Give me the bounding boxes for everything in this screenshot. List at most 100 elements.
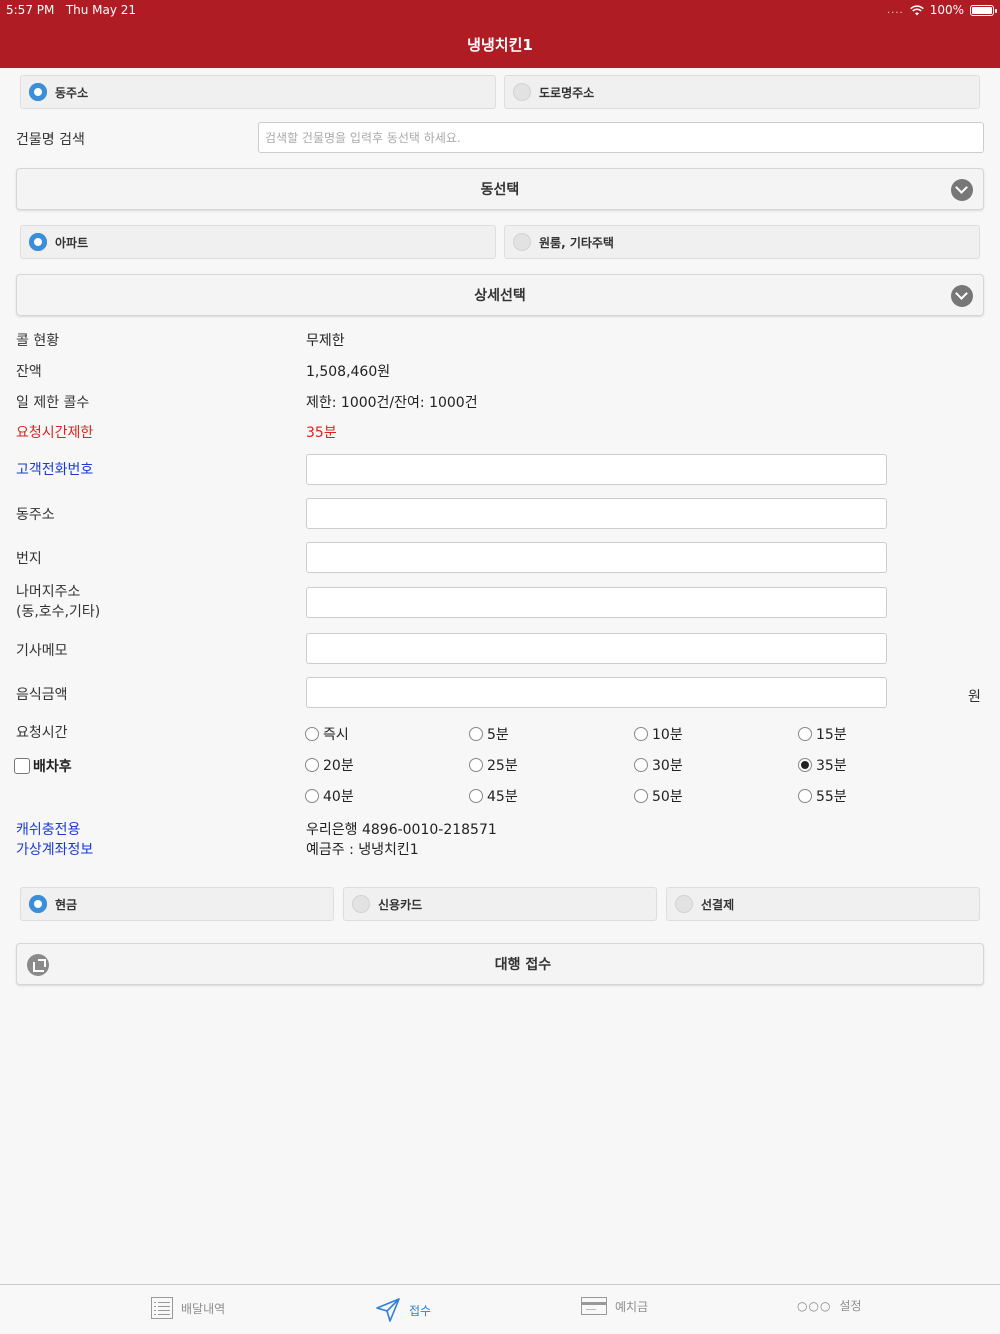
- request-time-option[interactable]: 45분: [469, 786, 518, 806]
- food-amount-label: 음식금액: [16, 687, 68, 703]
- request-time-option[interactable]: 30분: [634, 755, 683, 775]
- request-time-label: 요청시간: [16, 725, 68, 741]
- housing-type-apartment[interactable]: 아파트: [20, 225, 496, 259]
- balance-value: 1,508,460원: [306, 364, 391, 380]
- building-search-input[interactable]: [258, 122, 984, 153]
- chevron-down-icon: [951, 179, 973, 201]
- driver-memo-input[interactable]: [306, 633, 887, 664]
- radio-icon: [798, 789, 812, 803]
- request-time-option[interactable]: 즉시: [305, 724, 349, 744]
- radio-unselected-icon: [513, 83, 531, 101]
- radio-icon: [634, 789, 648, 803]
- address-type-dong[interactable]: 동주소: [20, 75, 496, 109]
- lot-number-input[interactable]: [306, 542, 887, 573]
- more-icon: ○○○: [797, 1298, 832, 1313]
- option-label: 55분: [816, 789, 847, 805]
- option-label: 20분: [323, 758, 354, 774]
- lot-number-label: 번지: [16, 551, 42, 567]
- send-icon: [376, 1298, 400, 1322]
- address-type-road[interactable]: 도로명주소: [504, 75, 980, 109]
- request-time-option[interactable]: 55분: [798, 786, 847, 806]
- virtual-account-label: 캐쉬충전용 가상계좌정보: [16, 822, 94, 858]
- radio-unselected-icon: [513, 233, 531, 251]
- payment-card-label: 신용카드: [378, 897, 423, 912]
- submit-button[interactable]: 대행 접수: [16, 943, 984, 985]
- request-time-limit-label: 요청시간제한: [16, 425, 94, 441]
- payment-cash[interactable]: 현금: [20, 887, 334, 921]
- request-time-option[interactable]: 20분: [305, 755, 354, 775]
- address-type-dong-label: 동주소: [55, 85, 89, 100]
- submit-label: 대행 접수: [494, 957, 552, 973]
- radio-unselected-icon: [352, 895, 370, 913]
- request-time-option-selected[interactable]: 35분: [798, 755, 847, 775]
- option-label: 즉시: [323, 727, 349, 743]
- tab-bar: 배달내역 접수 예치금 ○○○ 설정: [0, 1284, 1000, 1334]
- rest-address-input[interactable]: [306, 587, 887, 618]
- request-time-option[interactable]: 40분: [305, 786, 354, 806]
- tab-settings[interactable]: ○○○ 설정: [797, 1297, 862, 1314]
- tab-deposit[interactable]: 예치금: [581, 1297, 648, 1315]
- request-time-option[interactable]: 5분: [469, 724, 509, 744]
- request-time-limit-value: 35분: [306, 425, 337, 441]
- radio-icon: [469, 727, 483, 741]
- list-icon: [151, 1297, 173, 1319]
- wifi-icon: [909, 4, 924, 15]
- option-label: 25분: [487, 758, 518, 774]
- card-icon: [581, 1297, 607, 1315]
- request-time-option[interactable]: 15분: [798, 724, 847, 744]
- housing-type-apartment-label: 아파트: [55, 235, 89, 250]
- payment-card[interactable]: 신용카드: [343, 887, 657, 921]
- radio-selected-icon: [29, 83, 47, 101]
- request-time-option[interactable]: 10분: [634, 724, 683, 744]
- request-time-option[interactable]: 50분: [634, 786, 683, 806]
- radio-selected-icon: [798, 758, 812, 772]
- virtual-account-holder: 예금주 : 냉냉치킨1: [306, 842, 419, 858]
- radio-icon: [634, 758, 648, 772]
- option-label: 35분: [816, 758, 847, 774]
- housing-type-other-label: 원룸, 기타주택: [539, 235, 614, 250]
- address-type-road-label: 도로명주소: [539, 85, 595, 100]
- option-label: 45분: [487, 789, 518, 805]
- dong-select-label: 동선택: [480, 182, 520, 198]
- tab-label: 예치금: [615, 1299, 649, 1314]
- payment-prepaid[interactable]: 선결제: [666, 887, 980, 921]
- dong-address-label: 동주소: [16, 507, 55, 523]
- virtual-account-bank: 우리은행 4896-0010-218571: [306, 822, 497, 838]
- radio-icon: [305, 789, 319, 803]
- share-icon: [27, 954, 49, 976]
- rest-address-label: 나머지주소 (동,호수,기타): [16, 584, 101, 620]
- housing-type-other[interactable]: 원룸, 기타주택: [504, 225, 980, 259]
- detail-select-dropdown[interactable]: 상세선택: [16, 274, 984, 316]
- radio-selected-icon: [29, 233, 47, 251]
- payment-cash-label: 현금: [55, 897, 78, 912]
- radio-unselected-icon: [675, 895, 693, 913]
- daily-limit-label: 일 제한 콜수: [16, 395, 90, 411]
- app-header: 5:57 PM Thu May 21 .... 100% 냉냉치킨1: [0, 0, 1000, 68]
- request-time-option[interactable]: 25분: [469, 755, 518, 775]
- tab-delivery-history[interactable]: 배달내역: [151, 1297, 225, 1319]
- checkbox-icon: [14, 758, 30, 774]
- battery-icon: [970, 4, 997, 16]
- radio-icon: [305, 727, 319, 741]
- status-time: 5:57 PM Thu May 21: [6, 3, 137, 17]
- after-dispatch-checkbox[interactable]: 배차후: [14, 756, 72, 776]
- status-indicators: .... 100%: [887, 3, 997, 17]
- food-amount-input[interactable]: [306, 677, 887, 708]
- radio-icon: [469, 789, 483, 803]
- tab-receive[interactable]: 접수: [375, 1297, 431, 1323]
- payment-prepaid-label: 선결제: [701, 897, 735, 912]
- driver-memo-label: 기사메모: [16, 643, 68, 659]
- battery-percent: 100%: [929, 3, 964, 17]
- call-status-label: 콜 현황: [16, 333, 60, 349]
- radio-icon: [634, 727, 648, 741]
- phone-label: 고객전화번호: [16, 462, 94, 478]
- virtual-account-info: 우리은행 4896-0010-218571 예금주 : 냉냉치킨1: [306, 820, 497, 860]
- radio-icon: [798, 727, 812, 741]
- phone-input[interactable]: [306, 454, 887, 485]
- chevron-down-icon: [951, 285, 973, 307]
- dong-address-input[interactable]: [306, 498, 887, 529]
- call-status-value: 무제한: [306, 333, 345, 349]
- amount-unit: 원: [968, 689, 981, 705]
- daily-limit-value: 제한: 1000건/잔여: 1000건: [306, 395, 478, 411]
- dong-select-dropdown[interactable]: 동선택: [16, 168, 984, 210]
